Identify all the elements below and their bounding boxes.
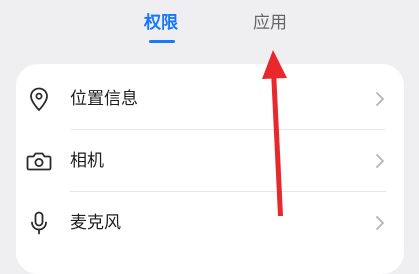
permission-label: 位置信息 [70, 89, 138, 109]
permission-label: 相机 [70, 151, 104, 171]
tab-bar: 权限 应用 [0, 0, 419, 58]
chevron-right-icon [376, 154, 384, 168]
chevron-right-icon [376, 92, 384, 106]
permission-item-location[interactable]: 位置信息 [16, 68, 404, 130]
permission-item-microphone[interactable]: 麦克风 [16, 192, 404, 254]
active-tab-indicator [149, 40, 175, 43]
location-pin-icon [30, 87, 48, 111]
permission-item-camera[interactable]: 相机 [16, 130, 404, 192]
permissions-list: 位置信息 相机 麦克风 [16, 64, 404, 274]
camera-icon [26, 152, 52, 171]
microphone-icon [31, 211, 47, 235]
tab-apps[interactable]: 应用 [253, 11, 287, 35]
tab-permissions[interactable]: 权限 [144, 11, 178, 35]
chevron-right-icon [376, 216, 384, 230]
permission-label: 麦克风 [70, 213, 121, 233]
